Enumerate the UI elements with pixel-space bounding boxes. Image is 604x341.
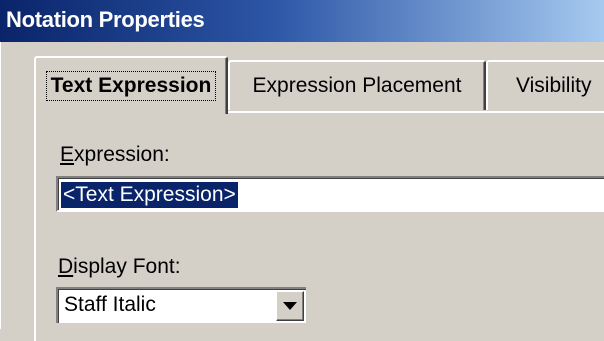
title-bar[interactable]: Notation Properties xyxy=(0,0,604,42)
expression-input[interactable]: <Text Expression> xyxy=(56,176,604,212)
window-title: Notation Properties xyxy=(6,7,205,32)
mnemonic: E xyxy=(60,143,75,166)
tab-expression-placement[interactable]: Expression Placement xyxy=(228,60,486,110)
display-font-select[interactable]: Staff Italic xyxy=(56,287,306,323)
label-text: isplay Font: xyxy=(73,255,181,278)
tab-label: Expression Placement xyxy=(252,74,462,97)
mnemonic: D xyxy=(58,255,74,278)
tab-visibility[interactable]: Visibility xyxy=(486,60,604,110)
label-text: xpression: xyxy=(74,143,170,166)
dropdown-button[interactable] xyxy=(276,291,304,321)
display-font-label: Display Font: xyxy=(58,255,181,279)
tab-label: Text Expression xyxy=(45,71,217,101)
chevron-down-icon xyxy=(283,302,297,310)
expression-label: Expression: xyxy=(60,143,170,167)
selected-text: <Text Expression> xyxy=(61,182,238,208)
tab-label: Visibility xyxy=(516,74,592,97)
display-font-value: Staff Italic xyxy=(64,293,156,316)
tab-text-expression[interactable]: Text Expression xyxy=(34,56,228,114)
